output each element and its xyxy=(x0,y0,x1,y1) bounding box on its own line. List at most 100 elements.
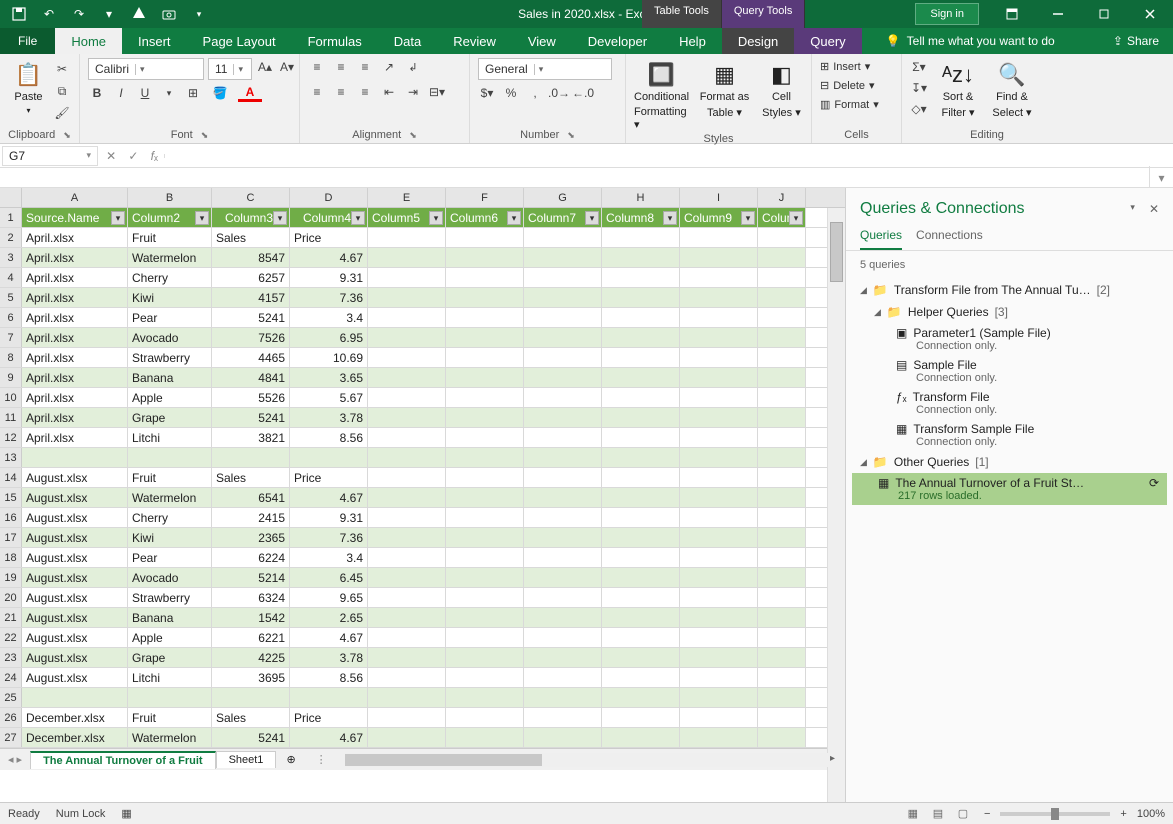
cell[interactable]: Price xyxy=(290,228,368,247)
cell[interactable] xyxy=(446,228,524,247)
underline-icon[interactable]: U xyxy=(136,84,154,102)
cell[interactable] xyxy=(524,308,602,327)
cell[interactable]: 8.56 xyxy=(290,668,368,687)
decrease-indent-icon[interactable]: ⇤ xyxy=(380,83,398,101)
cell[interactable] xyxy=(758,248,806,267)
cell[interactable] xyxy=(524,228,602,247)
page-break-view-icon[interactable]: ▢ xyxy=(952,807,974,820)
cell[interactable]: 3.78 xyxy=(290,408,368,427)
row-header[interactable]: 1 xyxy=(0,208,22,227)
cell[interactable] xyxy=(602,668,680,687)
cell[interactable] xyxy=(368,588,446,607)
cell[interactable]: April.xlsx xyxy=(22,228,128,247)
cell[interactable] xyxy=(524,488,602,507)
row-header[interactable]: 15 xyxy=(0,488,22,507)
merge-center-icon[interactable]: ⊟▾ xyxy=(428,83,446,101)
cell[interactable] xyxy=(602,648,680,667)
clipboard-launcher-icon[interactable]: ⬊ xyxy=(63,130,71,141)
cell[interactable] xyxy=(524,588,602,607)
insert-function-icon[interactable]: fₓ xyxy=(151,149,158,163)
filter-dropdown-icon[interactable]: ▾ xyxy=(111,211,125,225)
cell[interactable] xyxy=(446,408,524,427)
cell[interactable]: 9.65 xyxy=(290,588,368,607)
cell[interactable] xyxy=(368,348,446,367)
close-button[interactable] xyxy=(1127,0,1173,28)
cell[interactable] xyxy=(368,308,446,327)
cell[interactable] xyxy=(446,528,524,547)
tab-query[interactable]: Query xyxy=(794,28,861,54)
cell[interactable]: August.xlsx xyxy=(22,568,128,587)
align-left-icon[interactable]: ≡ xyxy=(308,83,326,101)
cell[interactable] xyxy=(524,288,602,307)
cell[interactable]: 3.78 xyxy=(290,648,368,667)
cell[interactable] xyxy=(680,548,758,567)
alignment-launcher-icon[interactable]: ⬊ xyxy=(409,130,417,141)
row-header[interactable]: 8 xyxy=(0,348,22,367)
cell[interactable]: December.xlsx xyxy=(22,708,128,727)
cell[interactable] xyxy=(758,268,806,287)
cell[interactable]: Source.Name▾ xyxy=(22,208,128,227)
tab-help[interactable]: Help xyxy=(663,28,722,54)
cell[interactable] xyxy=(602,528,680,547)
cell[interactable]: 10.69 xyxy=(290,348,368,367)
query-item-selected[interactable]: ▦The Annual Turnover of a Fruit St…⟳ 217… xyxy=(852,473,1167,505)
cell[interactable] xyxy=(680,348,758,367)
cell[interactable] xyxy=(524,268,602,287)
comma-icon[interactable]: , xyxy=(526,84,544,102)
cell[interactable]: Apple xyxy=(128,388,212,407)
cell[interactable] xyxy=(446,728,524,747)
cell[interactable]: 5241 xyxy=(212,728,290,747)
sheet-nav-last-icon[interactable]: ▸ xyxy=(17,753,23,766)
cell[interactable] xyxy=(758,308,806,327)
cell[interactable]: 5241 xyxy=(212,408,290,427)
pane-close-icon[interactable]: ✕ xyxy=(1149,202,1159,216)
cell[interactable] xyxy=(602,288,680,307)
cell[interactable] xyxy=(446,388,524,407)
find-select-button[interactable]: 🔍Find &Select ▾ xyxy=(988,58,1036,119)
cell[interactable] xyxy=(368,548,446,567)
cell[interactable] xyxy=(602,708,680,727)
cell[interactable] xyxy=(602,628,680,647)
col-header-B[interactable]: B xyxy=(128,188,212,207)
cell[interactable] xyxy=(446,268,524,287)
cell[interactable] xyxy=(602,268,680,287)
cell[interactable] xyxy=(446,508,524,527)
cell[interactable] xyxy=(758,328,806,347)
cell[interactable] xyxy=(524,548,602,567)
delete-cells-button[interactable]: ⊟Delete ▾ xyxy=(820,77,875,94)
cell[interactable] xyxy=(758,288,806,307)
cell[interactable] xyxy=(368,368,446,387)
row-header[interactable]: 27 xyxy=(0,728,22,747)
sheet-tab-sheet1[interactable]: Sheet1 xyxy=(216,751,277,768)
cell[interactable]: 6257 xyxy=(212,268,290,287)
cell[interactable] xyxy=(368,328,446,347)
cell[interactable]: Sales xyxy=(212,228,290,247)
cell[interactable] xyxy=(758,448,806,467)
cell[interactable]: 2365 xyxy=(212,528,290,547)
normal-view-icon[interactable]: ▦ xyxy=(902,807,924,820)
cell[interactable] xyxy=(758,408,806,427)
cell[interactable]: August.xlsx xyxy=(22,628,128,647)
worksheet-grid[interactable]: 1Source.Name▾Column2▾Column3▾Column4▾Col… xyxy=(0,208,845,748)
cell[interactable]: Column3▾ xyxy=(212,208,290,227)
cell[interactable]: April.xlsx xyxy=(22,288,128,307)
cell[interactable] xyxy=(524,328,602,347)
cell[interactable]: 4.67 xyxy=(290,488,368,507)
cell[interactable] xyxy=(602,248,680,267)
cell[interactable] xyxy=(680,408,758,427)
cell[interactable] xyxy=(446,468,524,487)
col-header-J[interactable]: J xyxy=(758,188,806,207)
cell[interactable]: August.xlsx xyxy=(22,528,128,547)
cell[interactable]: April.xlsx xyxy=(22,308,128,327)
tab-developer[interactable]: Developer xyxy=(572,28,663,54)
cell[interactable] xyxy=(680,508,758,527)
cell[interactable] xyxy=(680,288,758,307)
cell[interactable] xyxy=(446,548,524,567)
cell[interactable] xyxy=(446,708,524,727)
cell[interactable] xyxy=(368,428,446,447)
share-button[interactable]: ⇪ Share xyxy=(1099,28,1173,54)
cell[interactable] xyxy=(680,248,758,267)
cell[interactable]: 9.31 xyxy=(290,508,368,527)
cell[interactable] xyxy=(758,628,806,647)
cell[interactable] xyxy=(758,348,806,367)
